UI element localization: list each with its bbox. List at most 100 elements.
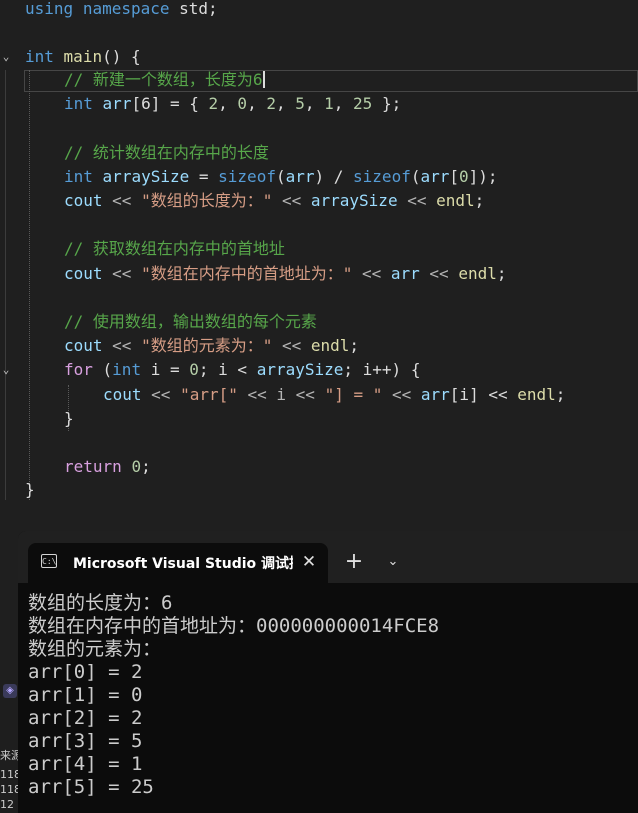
code-token: return — [64, 457, 122, 476]
code-token: 5 — [295, 94, 305, 113]
code-token: ; — [141, 457, 151, 476]
code-line-comment: // 获取数组在内存中的首地址 — [0, 237, 638, 261]
code-token: ( — [275, 167, 286, 186]
code-string: "数组的长度为：" — [141, 191, 273, 210]
code-token: << — [272, 336, 311, 355]
chevron-down-icon[interactable]: ⌄ — [383, 551, 403, 573]
console-titlebar[interactable]: C:\ Microsoft Visual Studio 调试控 ✕ + ⌄ — [18, 531, 638, 583]
code-token: = — [189, 167, 219, 186]
chevron-down-icon[interactable]: ⌄ — [0, 45, 12, 69]
code-line-array-size: int arraySize = sizeof(arr) / sizeof(arr… — [0, 165, 638, 189]
code-token: 0 — [189, 360, 199, 379]
code-token: for — [64, 360, 93, 379]
code-token: << — [272, 191, 311, 210]
code-line-using: using namespace std; — [0, 0, 638, 21]
console-output-line: 数组的元素为： — [28, 638, 162, 660]
code-token: int — [64, 167, 93, 186]
code-token: 25 — [353, 94, 373, 113]
code-token: endl — [517, 385, 556, 404]
code-line-close-brace: } — [0, 407, 638, 431]
code-token: [ — [449, 167, 460, 186]
code-string: "数组的元素为：" — [141, 336, 273, 355]
code-token: arr — [285, 167, 315, 186]
text-caret — [262, 71, 265, 88]
chevron-down-icon[interactable]: ⌄ — [0, 358, 12, 382]
background-text: 118 — [0, 768, 20, 781]
code-token: int — [64, 94, 93, 113]
code-token: arr — [420, 167, 450, 186]
code-token: << — [102, 264, 142, 283]
code-comment: // 使用数组，输出数组的每个元素 — [64, 312, 317, 331]
console-app-icon: C:\ — [41, 554, 57, 568]
code-token: , — [275, 94, 296, 113]
plus-icon[interactable]: + — [343, 551, 365, 573]
code-token: arraySize — [256, 360, 344, 379]
code-editor[interactable]: using namespace std; ⌄ int main() { // 新… — [0, 0, 638, 535]
code-token: std; — [179, 0, 218, 18]
code-token: , — [304, 94, 325, 113]
code-token: int — [112, 360, 142, 379]
console-output-line: 数组在内存中的首地址为：000000000014FCE8 — [28, 615, 440, 637]
code-token: << — [419, 264, 459, 283]
code-token: << — [352, 264, 391, 283]
code-token: << — [102, 191, 142, 210]
code-token: endl — [310, 336, 350, 355]
code-line-cout-loop: cout << "arr[" << i << "] = " << arr[i] … — [0, 383, 638, 407]
code-token: 2 — [266, 94, 276, 113]
code-line-comment: // 统计数组在内存中的长度 — [0, 141, 638, 165]
code-token: [6] = { — [131, 94, 209, 113]
code-line-for: ⌄ for (int i = 0; i < arraySize; i++) { — [0, 358, 638, 382]
code-token: namespace — [82, 0, 170, 18]
code-token: }; — [372, 94, 402, 113]
console-output-line: arr[5] = 25 — [28, 776, 154, 798]
console-output-line: arr[1] = 0 — [28, 684, 143, 706]
code-line-cout-length: cout << "数组的长度为：" << arraySize << endl; — [0, 189, 638, 213]
code-token: ( — [92, 360, 113, 379]
code-token: << — [397, 191, 437, 210]
console-output-line: arr[2] = 2 — [28, 707, 143, 729]
code-line-return: return 0; — [0, 455, 638, 479]
code-token: using — [25, 0, 74, 18]
code-token: ; — [349, 336, 360, 355]
code-token: 0 — [131, 457, 142, 476]
close-icon[interactable]: ✕ — [298, 551, 320, 573]
code-token: cout — [103, 385, 142, 404]
debug-console-window[interactable]: C:\ Microsoft Visual Studio 调试控 ✕ + ⌄ 数组… — [18, 531, 638, 813]
code-line-main: ⌄ int main() { — [0, 45, 638, 69]
code-token: ; — [474, 191, 485, 210]
code-token: ; i++) { — [343, 360, 421, 379]
code-token: , — [218, 94, 238, 113]
code-token: 2 — [208, 94, 219, 113]
code-line-close-brace: } — [0, 478, 638, 502]
code-token: arr — [390, 264, 420, 283]
code-comment: // 获取数组在内存中的首地址 — [64, 239, 285, 258]
code-token: } — [64, 409, 74, 428]
code-line-array-declaration: int arr[6] = { 2, 0, 2, 5, 1, 25 }; — [0, 92, 638, 116]
code-line-comment: // 新建一个数组，长度为6 — [0, 68, 638, 92]
code-token: , — [247, 94, 267, 113]
code-token: ; — [555, 385, 566, 404]
console-output-line: arr[0] = 2 — [28, 661, 143, 683]
code-token: sizeof — [218, 167, 276, 186]
background-panel: ◈ 来源 118 118 12 — [0, 680, 20, 813]
code-token: << — [141, 385, 181, 404]
code-token: arraySize — [102, 167, 190, 186]
background-text: 来源 — [0, 749, 20, 762]
code-token: 1 — [324, 94, 334, 113]
console-tab-title: Microsoft Visual Studio 调试控 — [73, 556, 293, 572]
console-tab[interactable]: C:\ Microsoft Visual Studio 调试控 ✕ — [28, 543, 328, 583]
code-token: ; i < — [198, 360, 257, 379]
code-token: , — [333, 94, 354, 113]
code-token: cout — [64, 264, 103, 283]
code-line-cout-elements: cout << "数组的元素为：" << endl; — [0, 334, 638, 358]
code-token: arr — [102, 94, 132, 113]
code-line-comment: // 使用数组，输出数组的每个元素 — [0, 310, 638, 334]
code-token: << — [382, 385, 421, 404]
visual-studio-icon: ◈ — [3, 684, 17, 698]
code-token: 0 — [237, 94, 248, 113]
code-comment: // 统计数组在内存中的长度 — [64, 143, 269, 162]
code-token: ]); — [468, 167, 498, 186]
code-token: [i] << — [449, 385, 518, 404]
code-token: cout — [64, 191, 103, 210]
